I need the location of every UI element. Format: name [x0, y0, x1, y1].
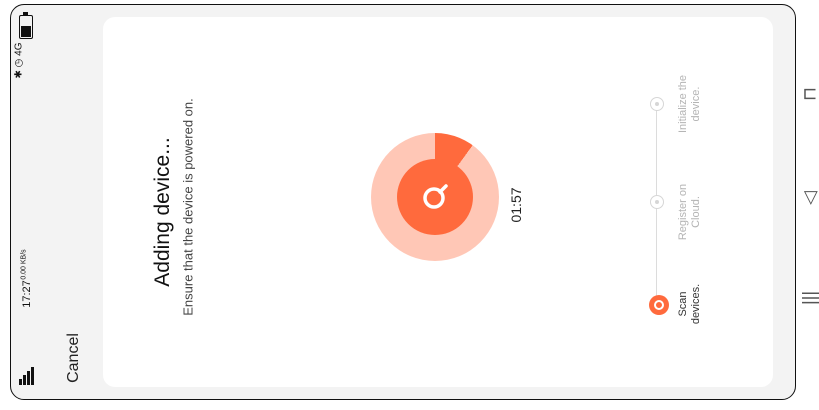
- home-icon[interactable]: ◁: [800, 184, 819, 212]
- signal-icon: [19, 357, 35, 385]
- status-bar: ✱ ◷ 4G 0.00 KB/s 17:27: [13, 5, 43, 399]
- status-icons: ✱ ◷ 4G: [13, 42, 25, 79]
- step-initialize-label: Initialize the device.: [677, 74, 702, 134]
- page-subtitle: Ensure that the device is powered on.: [180, 98, 196, 316]
- status-time: 17:27: [21, 280, 33, 308]
- step-register-icon: [650, 195, 664, 209]
- battery-icon: [19, 12, 33, 39]
- adding-device-card: Adding device... Ensure that the device …: [103, 17, 773, 387]
- step-scan-label: Scan devices.: [677, 283, 702, 325]
- step-register-label: Register on Cloud.: [677, 183, 702, 241]
- step-initialize-icon: [650, 97, 664, 111]
- step-scan-icon: [649, 295, 669, 315]
- search-device-icon: [397, 159, 473, 235]
- cancel-button[interactable]: Cancel: [53, 323, 95, 393]
- countdown-timer: 01:57: [508, 187, 524, 223]
- back-icon[interactable]: |||: [800, 284, 819, 312]
- network-label: 4G: [13, 42, 25, 56]
- device-frame: ✱ ◷ 4G 0.00 KB/s 17:27 Cancel Adding dev…: [0, 0, 819, 410]
- recent-apps-icon[interactable]: ⊓: [800, 80, 819, 108]
- phone-screen: ✱ ◷ 4G 0.00 KB/s 17:27 Cancel Adding dev…: [10, 4, 796, 400]
- cancel-label: Cancel: [65, 333, 82, 383]
